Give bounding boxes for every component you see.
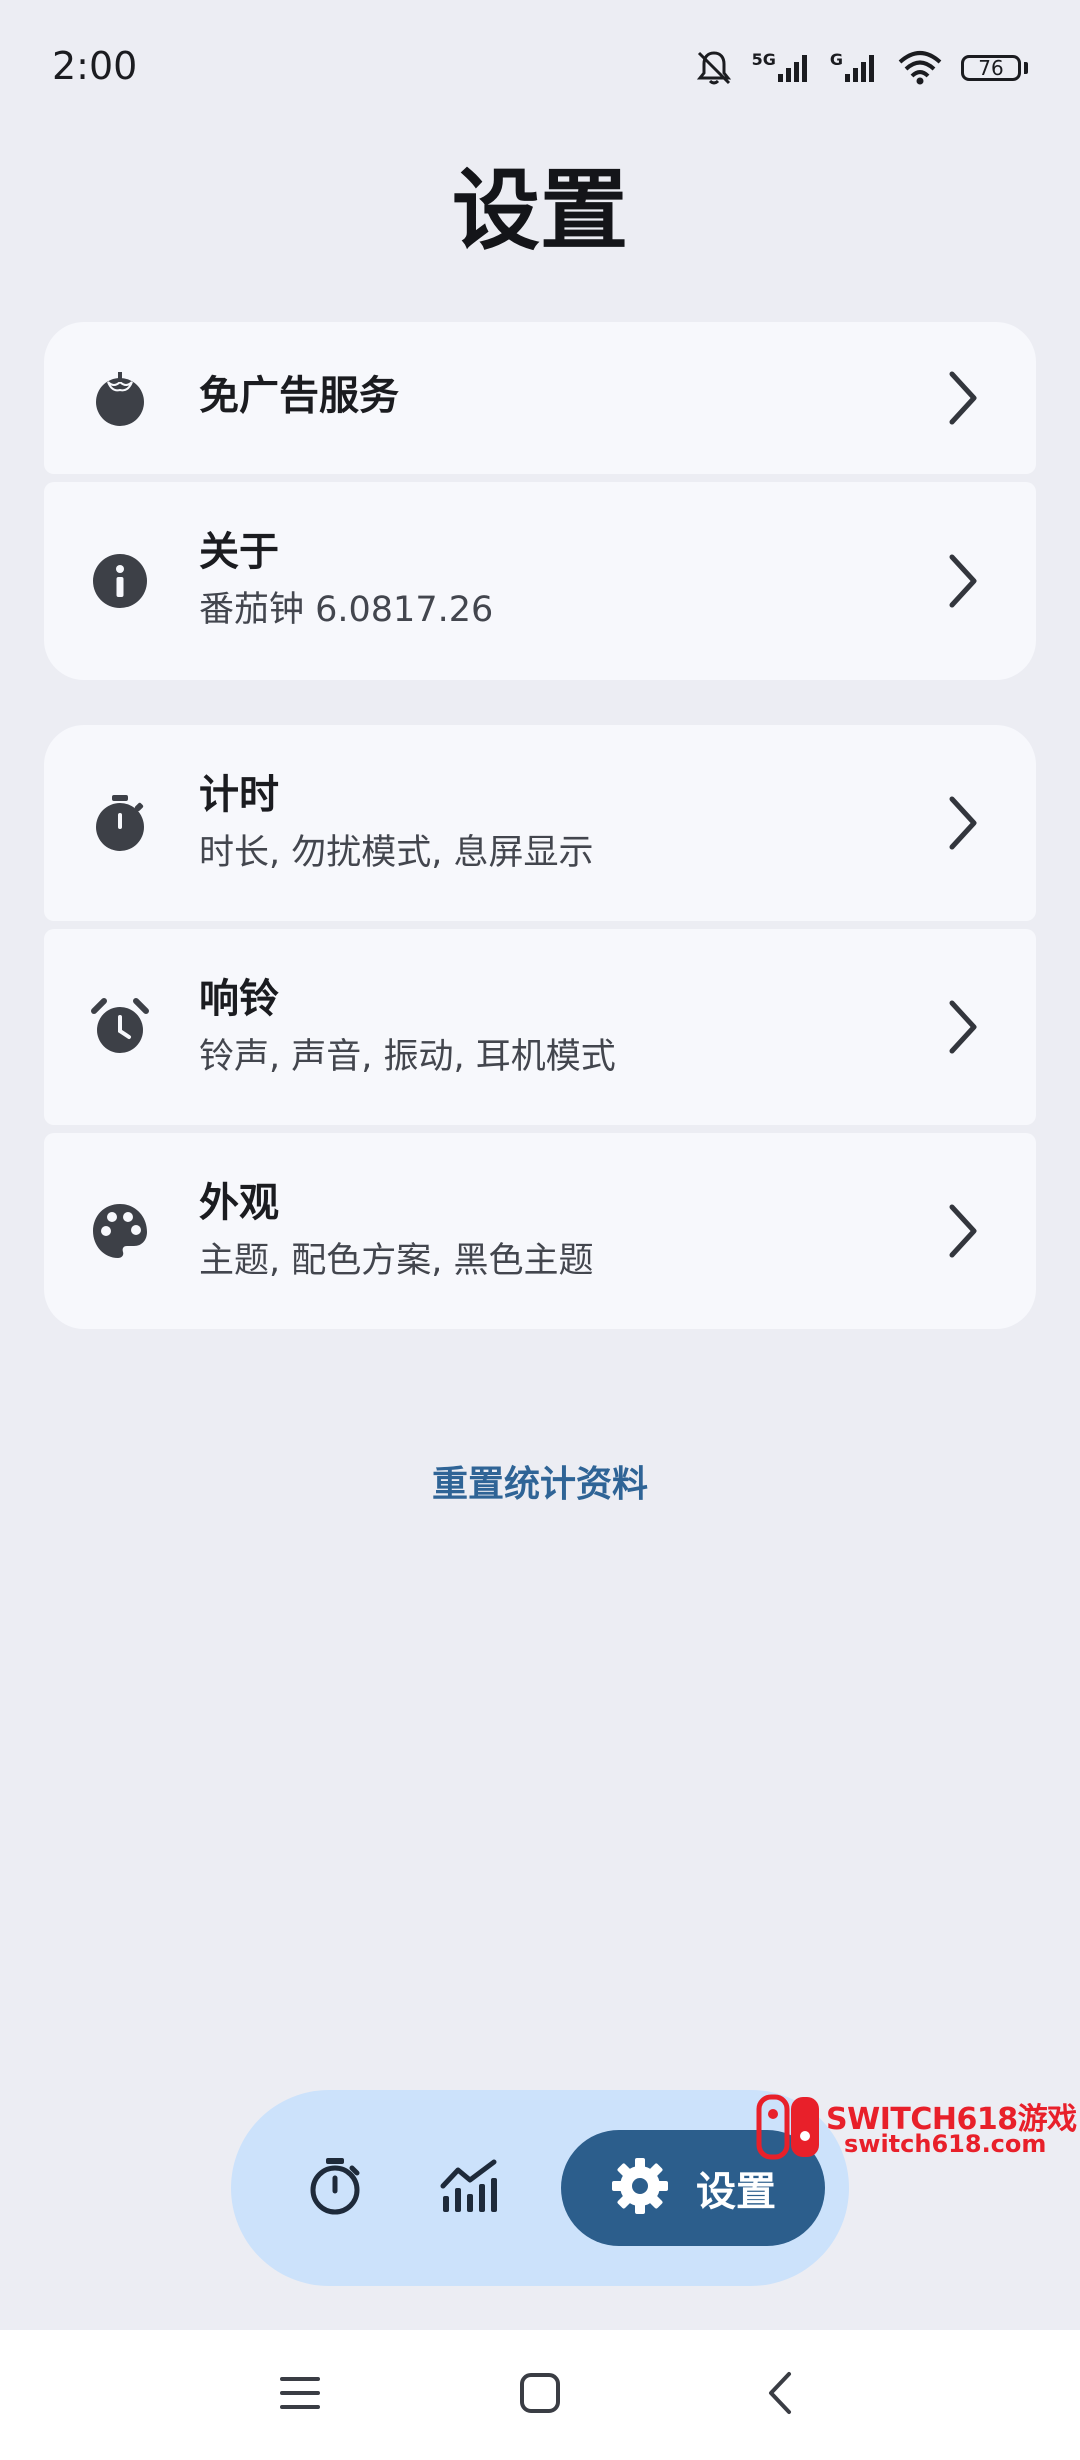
chevron-right-icon	[944, 795, 980, 851]
ad-free-text: 免广告服务	[199, 370, 399, 422]
battery-icon: 76	[961, 55, 1028, 81]
appearance-text: 外观 主题, 配色方案, 黑色主题	[199, 1177, 594, 1285]
ringing-text: 响铃 铃声, 声音, 振动, 耳机模式	[199, 973, 616, 1081]
cellular-signal-g-icon: G	[830, 52, 879, 84]
about-title: 关于	[199, 529, 279, 575]
chevron-right-icon	[944, 999, 980, 1055]
status-time: 2:00	[52, 44, 138, 88]
chevron-right-icon	[944, 553, 980, 609]
status-bar: 2:00 5G G 76	[0, 0, 1080, 140]
gear-icon	[610, 2156, 670, 2220]
appearance-title: 外观	[199, 1180, 279, 1226]
page-title: 设置	[451, 159, 628, 262]
ad-free-title: 免广告服务	[199, 373, 399, 419]
menu-icon	[278, 2373, 322, 2417]
status-icons: 5G G 76	[694, 44, 1028, 92]
settings-item-ringing[interactable]: 响铃 铃声, 声音, 振动, 耳机模式	[44, 929, 1036, 1125]
tomato-icon	[90, 368, 150, 428]
square-icon	[518, 2371, 562, 2419]
network-label-g: G	[829, 50, 843, 69]
chevron-right-icon	[944, 370, 980, 426]
about-subtitle: 番茄钟 6.0817.26	[199, 590, 494, 630]
palette-icon	[90, 1201, 150, 1261]
reset-statistics-link[interactable]: 重置统计资料	[0, 1455, 1080, 1507]
settings-item-timing[interactable]: 计时 时长, 勿扰模式, 息屏显示	[44, 725, 1036, 921]
info-icon	[90, 551, 150, 611]
settings-item-appearance[interactable]: 外观 主题, 配色方案, 黑色主题	[44, 1133, 1036, 1329]
watermark-url: switch618.com	[844, 2130, 1047, 2158]
tab-statistics[interactable]	[409, 2130, 529, 2246]
network-label-5g: 5G	[751, 50, 776, 69]
timing-title: 计时	[199, 772, 279, 818]
chevron-right-icon	[944, 1203, 980, 1259]
system-navigation-bar	[0, 2330, 1080, 2460]
tab-timer[interactable]	[275, 2130, 395, 2246]
about-text: 关于 番茄钟 6.0817.26	[199, 526, 493, 634]
appearance-subtitle: 主题, 配色方案, 黑色主题	[199, 1241, 594, 1281]
home-button[interactable]	[505, 2360, 575, 2430]
alarm-clock-icon	[90, 997, 150, 1057]
cellular-signal-5g-icon: 5G	[752, 52, 812, 84]
settings-item-ad-free[interactable]: 免广告服务	[44, 322, 1036, 474]
ringing-subtitle: 铃声, 声音, 振动, 耳机模式	[199, 1037, 616, 1077]
watermark: SWITCH618游戏 switch618.com	[756, 2090, 1077, 2170]
battery-tip	[1024, 62, 1028, 74]
stopwatch-icon	[90, 793, 150, 853]
ringing-title: 响铃	[199, 976, 279, 1022]
timing-text: 计时 时长, 勿扰模式, 息屏显示	[199, 769, 594, 877]
bell-muted-icon	[694, 48, 734, 88]
recent-apps-button[interactable]	[265, 2360, 335, 2430]
settings-item-about[interactable]: 关于 番茄钟 6.0817.26	[44, 482, 1036, 680]
switch-logo-icon	[756, 2094, 822, 2160]
chevron-left-icon	[765, 2370, 795, 2420]
battery-level: 76	[961, 55, 1021, 81]
stopwatch-outline-icon	[306, 2156, 364, 2220]
back-button[interactable]	[745, 2360, 815, 2430]
timing-subtitle: 时长, 勿扰模式, 息屏显示	[199, 833, 594, 873]
wifi-icon	[897, 50, 943, 86]
chart-icon	[439, 2158, 499, 2218]
